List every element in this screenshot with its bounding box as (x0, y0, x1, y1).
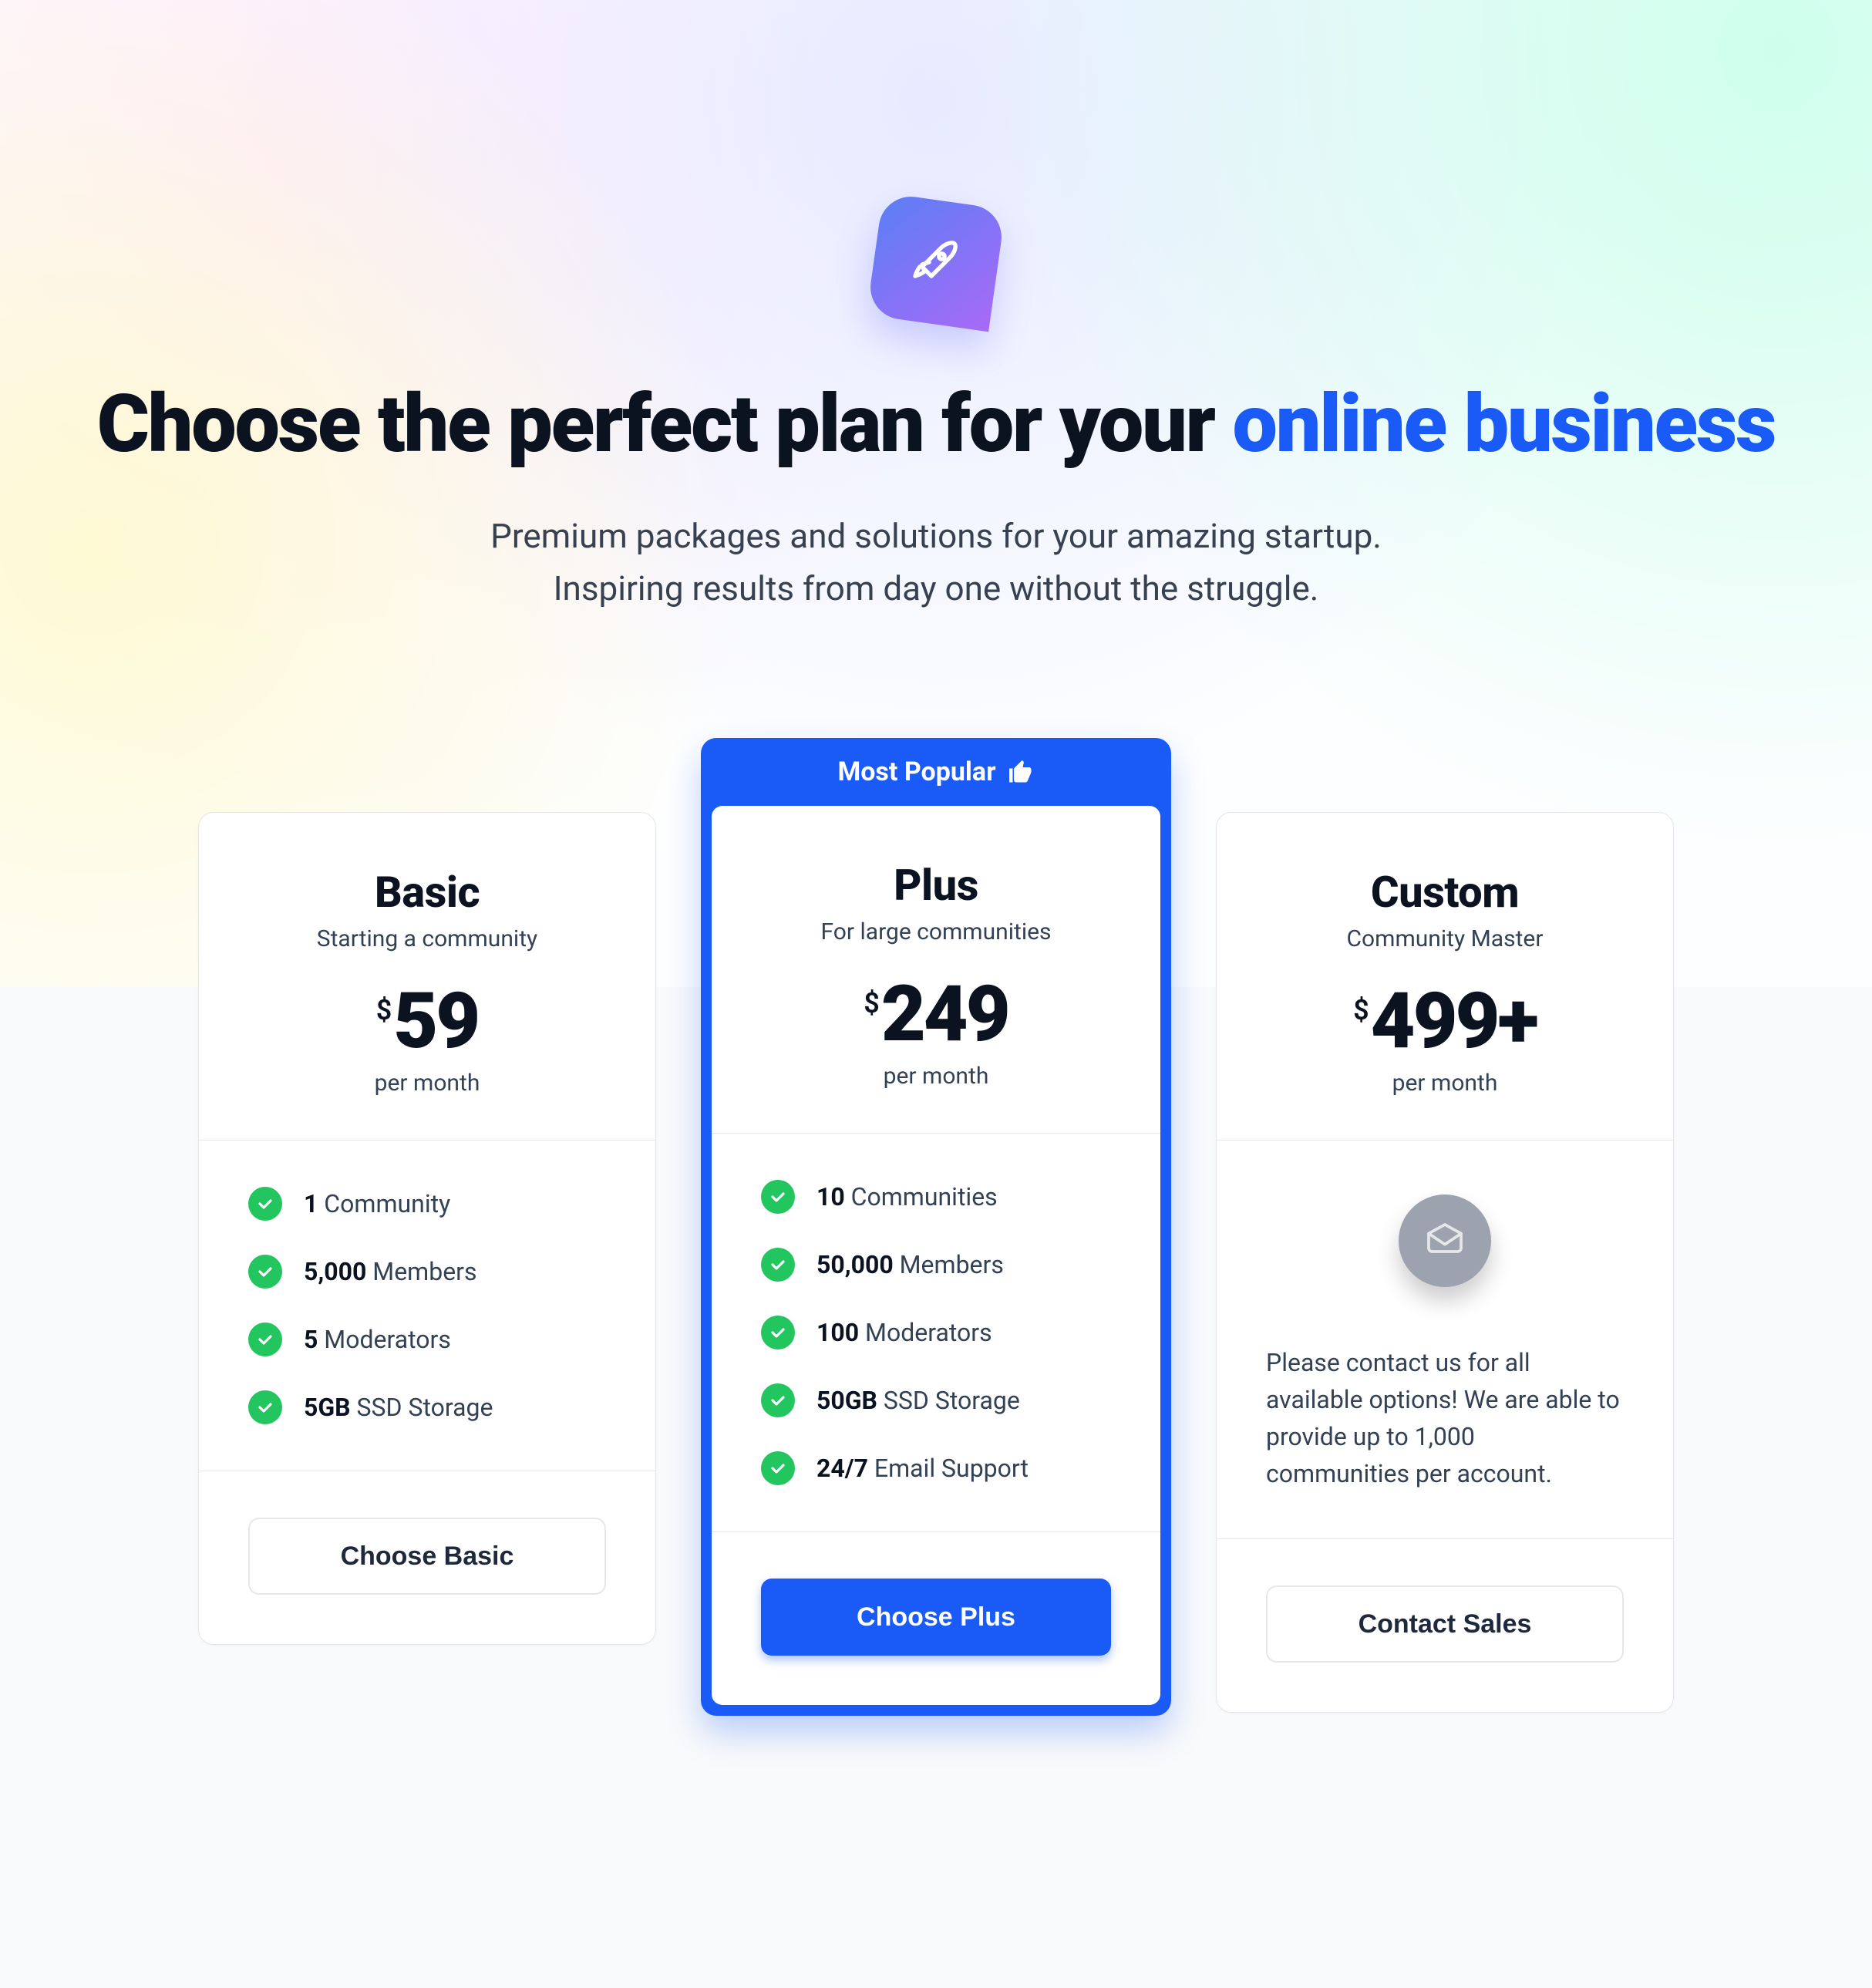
plan-feature: 5GB SSD Storage (248, 1390, 606, 1424)
check-icon (761, 1383, 795, 1417)
plan-currency: $ (864, 987, 880, 1019)
hero-rocket-icon (867, 193, 1006, 332)
plan-feature-list: 1 Community 5,000 Members 5 Moderators 5… (248, 1187, 606, 1424)
check-icon (248, 1187, 282, 1221)
mail-icon (1423, 1219, 1466, 1262)
page-title-prefix: Choose the perfect plan for your (97, 378, 1233, 471)
plan-tagline: For large communities (761, 918, 1111, 945)
plan-feature: 5 Moderators (248, 1323, 606, 1356)
plan-tagline: Community Master (1266, 925, 1624, 952)
check-icon (248, 1255, 282, 1289)
plan-name: Custom (1266, 867, 1624, 918)
custom-plan-description: Please contact us for all available opti… (1266, 1344, 1624, 1492)
plan-feature: 1 Community (248, 1187, 606, 1221)
featured-label: Most Popular (837, 756, 995, 787)
check-icon (761, 1180, 795, 1214)
plan-feature: 5,000 Members (248, 1255, 606, 1289)
plan-feature-list: 10 Communities 50,000 Members 100 Modera… (761, 1180, 1111, 1485)
plan-currency: $ (1353, 994, 1369, 1026)
plan-amount: 249 (881, 976, 1008, 1053)
choose-basic-button[interactable]: Choose Basic (248, 1518, 606, 1595)
plan-currency: $ (376, 994, 392, 1026)
plan-name: Plus (761, 860, 1111, 911)
plan-feature: 10 Communities (761, 1180, 1111, 1214)
plan-card-custom: Custom Community Master $ 499+ per month… (1216, 812, 1674, 1713)
check-icon (761, 1451, 795, 1485)
check-icon (761, 1316, 795, 1349)
plan-amount: 499+ (1371, 983, 1537, 1060)
plan-tagline: Starting a community (248, 925, 606, 952)
mail-icon-circle (1399, 1194, 1491, 1287)
plan-card-basic: Basic Starting a community $ 59 per mont… (198, 812, 656, 1645)
pricing-plans: Basic Starting a community $ 59 per mont… (198, 738, 1674, 1716)
subtitle-line-2: Inspiring results from day one without t… (554, 568, 1319, 608)
plan-feature: 50,000 Members (761, 1248, 1111, 1282)
plan-period: per month (248, 1070, 606, 1097)
plan-feature: 100 Moderators (761, 1316, 1111, 1349)
page-subtitle: Premium packages and solutions for your … (490, 510, 1382, 615)
rocket-icon (908, 234, 964, 290)
plan-period: per month (761, 1063, 1111, 1090)
plan-feature: 50GB SSD Storage (761, 1383, 1111, 1417)
plan-feature: 24/7 Email Support (761, 1451, 1111, 1485)
page-title-accent: online business (1232, 378, 1775, 471)
plan-period: per month (1266, 1070, 1624, 1097)
check-icon (761, 1248, 795, 1282)
check-icon (248, 1390, 282, 1424)
plan-name: Basic (248, 867, 606, 918)
page-title: Choose the perfect plan for your online … (97, 378, 1776, 473)
choose-plus-button[interactable]: Choose Plus (761, 1579, 1111, 1656)
plan-amount: 59 (393, 983, 478, 1060)
contact-sales-button[interactable]: Contact Sales (1266, 1585, 1624, 1663)
plan-card-plus: Most Popular Plus For large communities … (701, 738, 1171, 1716)
thumbs-up-icon (1007, 758, 1035, 786)
subtitle-line-1: Premium packages and solutions for your … (490, 516, 1382, 556)
check-icon (248, 1323, 282, 1356)
